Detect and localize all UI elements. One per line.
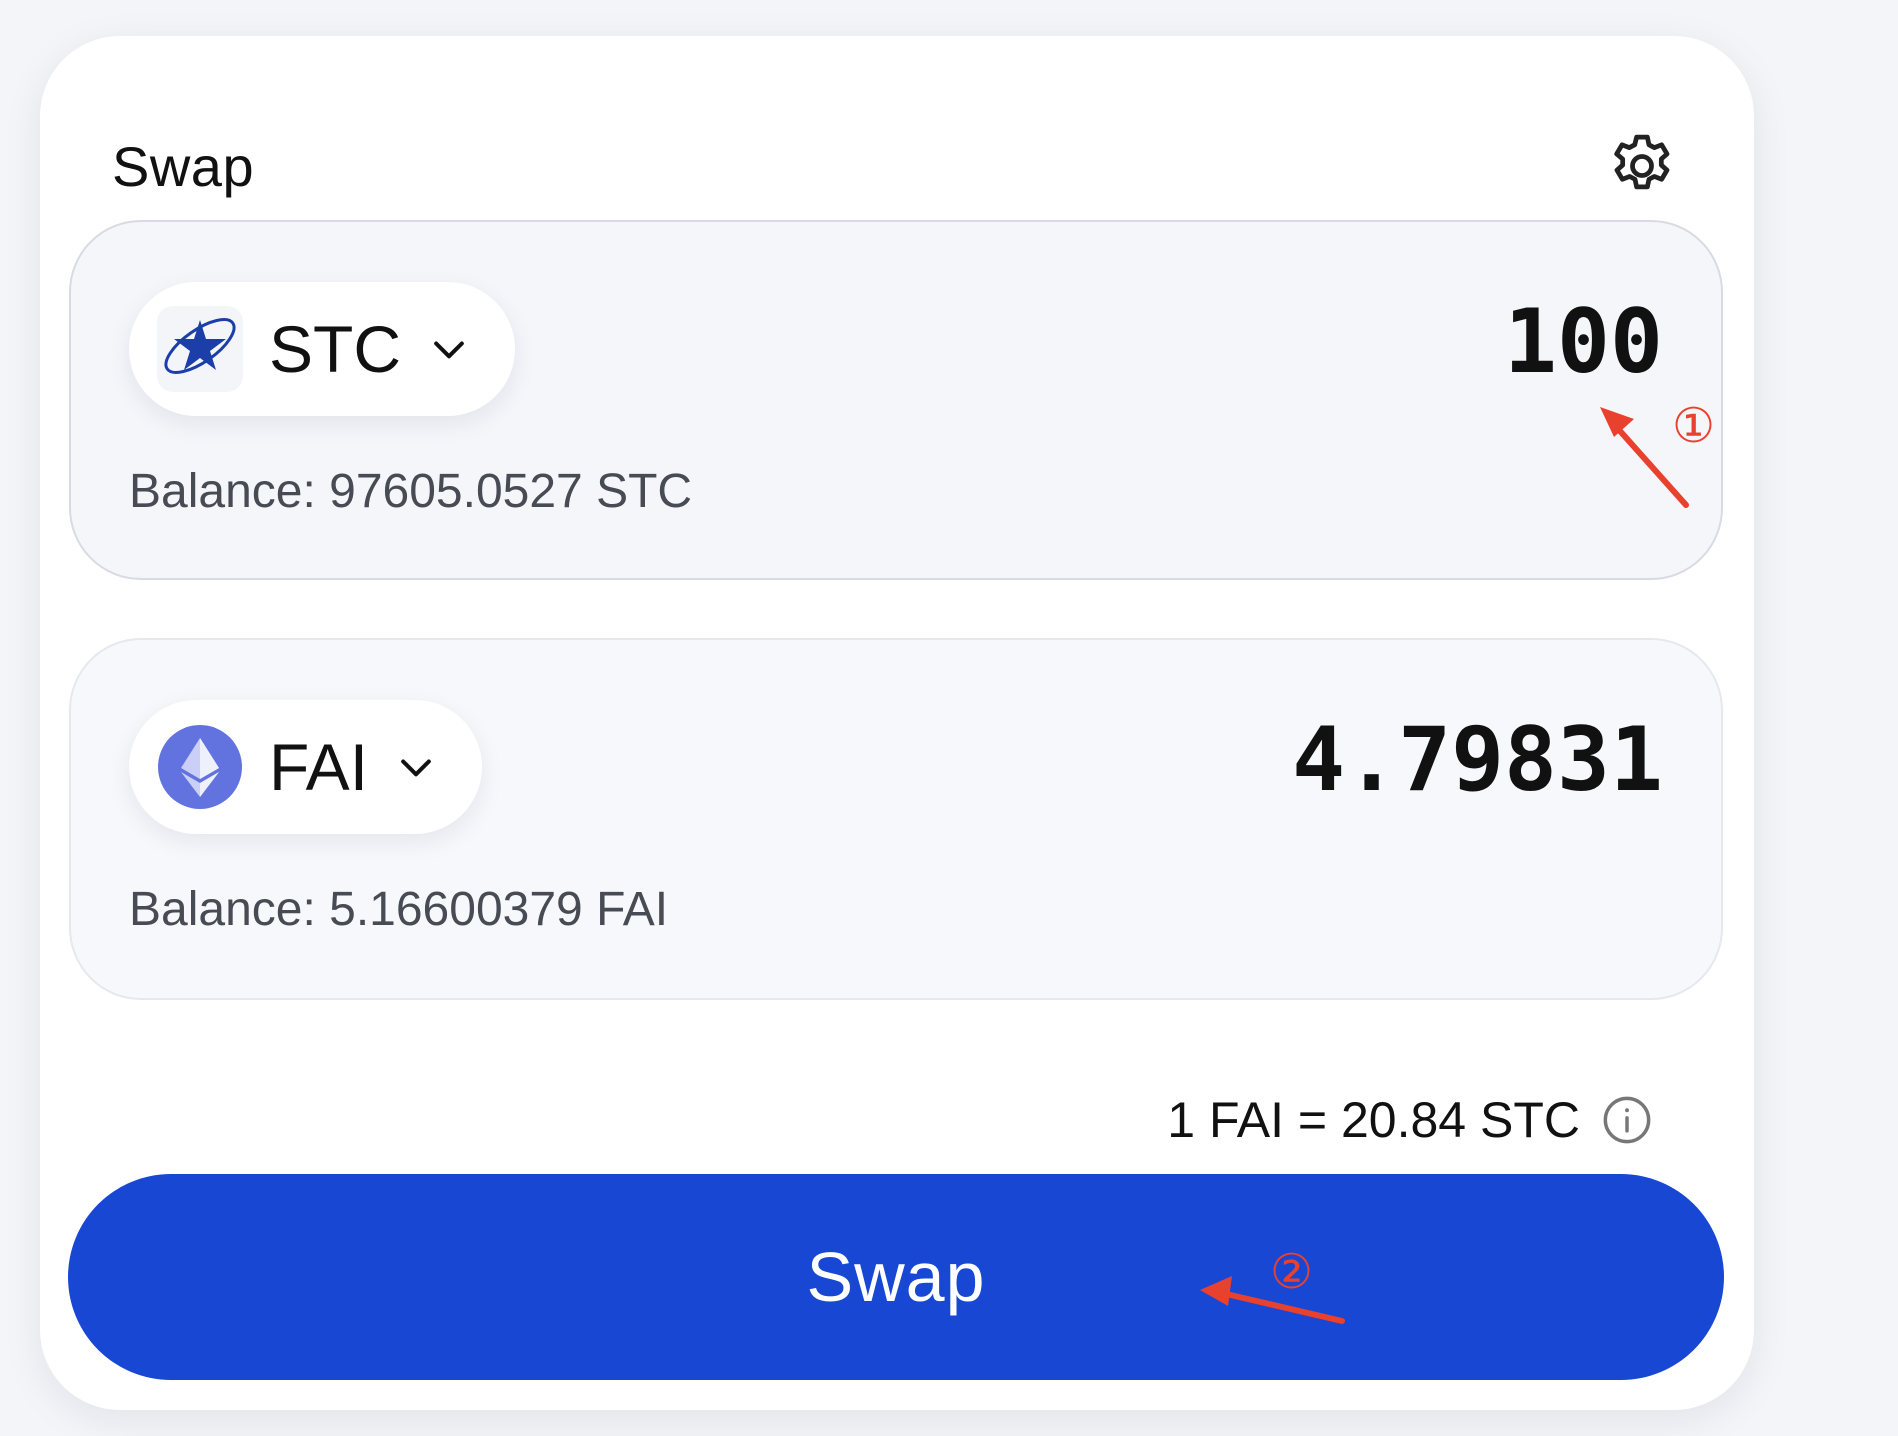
from-token-symbol: STC <box>269 312 401 386</box>
exchange-rate: 1 FAI = 20.84 STC <box>1167 1091 1654 1149</box>
info-icon[interactable] <box>1600 1093 1654 1147</box>
annotation-number-2: ② <box>1270 1244 1314 1300</box>
page-title: Swap <box>112 134 255 198</box>
to-token-symbol: FAI <box>269 730 369 804</box>
to-balance: Balance: 5.16600379 FAI <box>129 883 669 936</box>
to-token-panel: FAI Balance: 5.16600379 FAI <box>69 638 1723 1000</box>
exchange-rate-text: 1 FAI = 20.84 STC <box>1167 1092 1580 1148</box>
swap-card: Swap STC Balance: 97605.0527 STC <box>40 36 1754 1410</box>
ethereum-logo-icon <box>157 724 243 810</box>
swap-header: Swap <box>112 96 1682 236</box>
starcoin-logo-icon <box>157 306 243 392</box>
from-token-panel: STC Balance: 97605.0527 STC <box>69 220 1723 580</box>
settings-button[interactable] <box>1602 126 1682 206</box>
chevron-down-icon <box>394 743 442 791</box>
from-token-selector[interactable]: STC <box>129 282 515 416</box>
chevron-down-icon <box>427 325 475 373</box>
to-token-selector[interactable]: FAI <box>129 700 483 834</box>
to-amount-input[interactable] <box>763 708 1663 811</box>
gear-icon <box>1614 134 1670 190</box>
swap-button[interactable]: Swap <box>68 1174 1724 1380</box>
from-amount-input[interactable] <box>763 290 1663 393</box>
annotation-number-1: ① <box>1672 398 1716 454</box>
from-balance: Balance: 97605.0527 STC <box>129 465 693 518</box>
